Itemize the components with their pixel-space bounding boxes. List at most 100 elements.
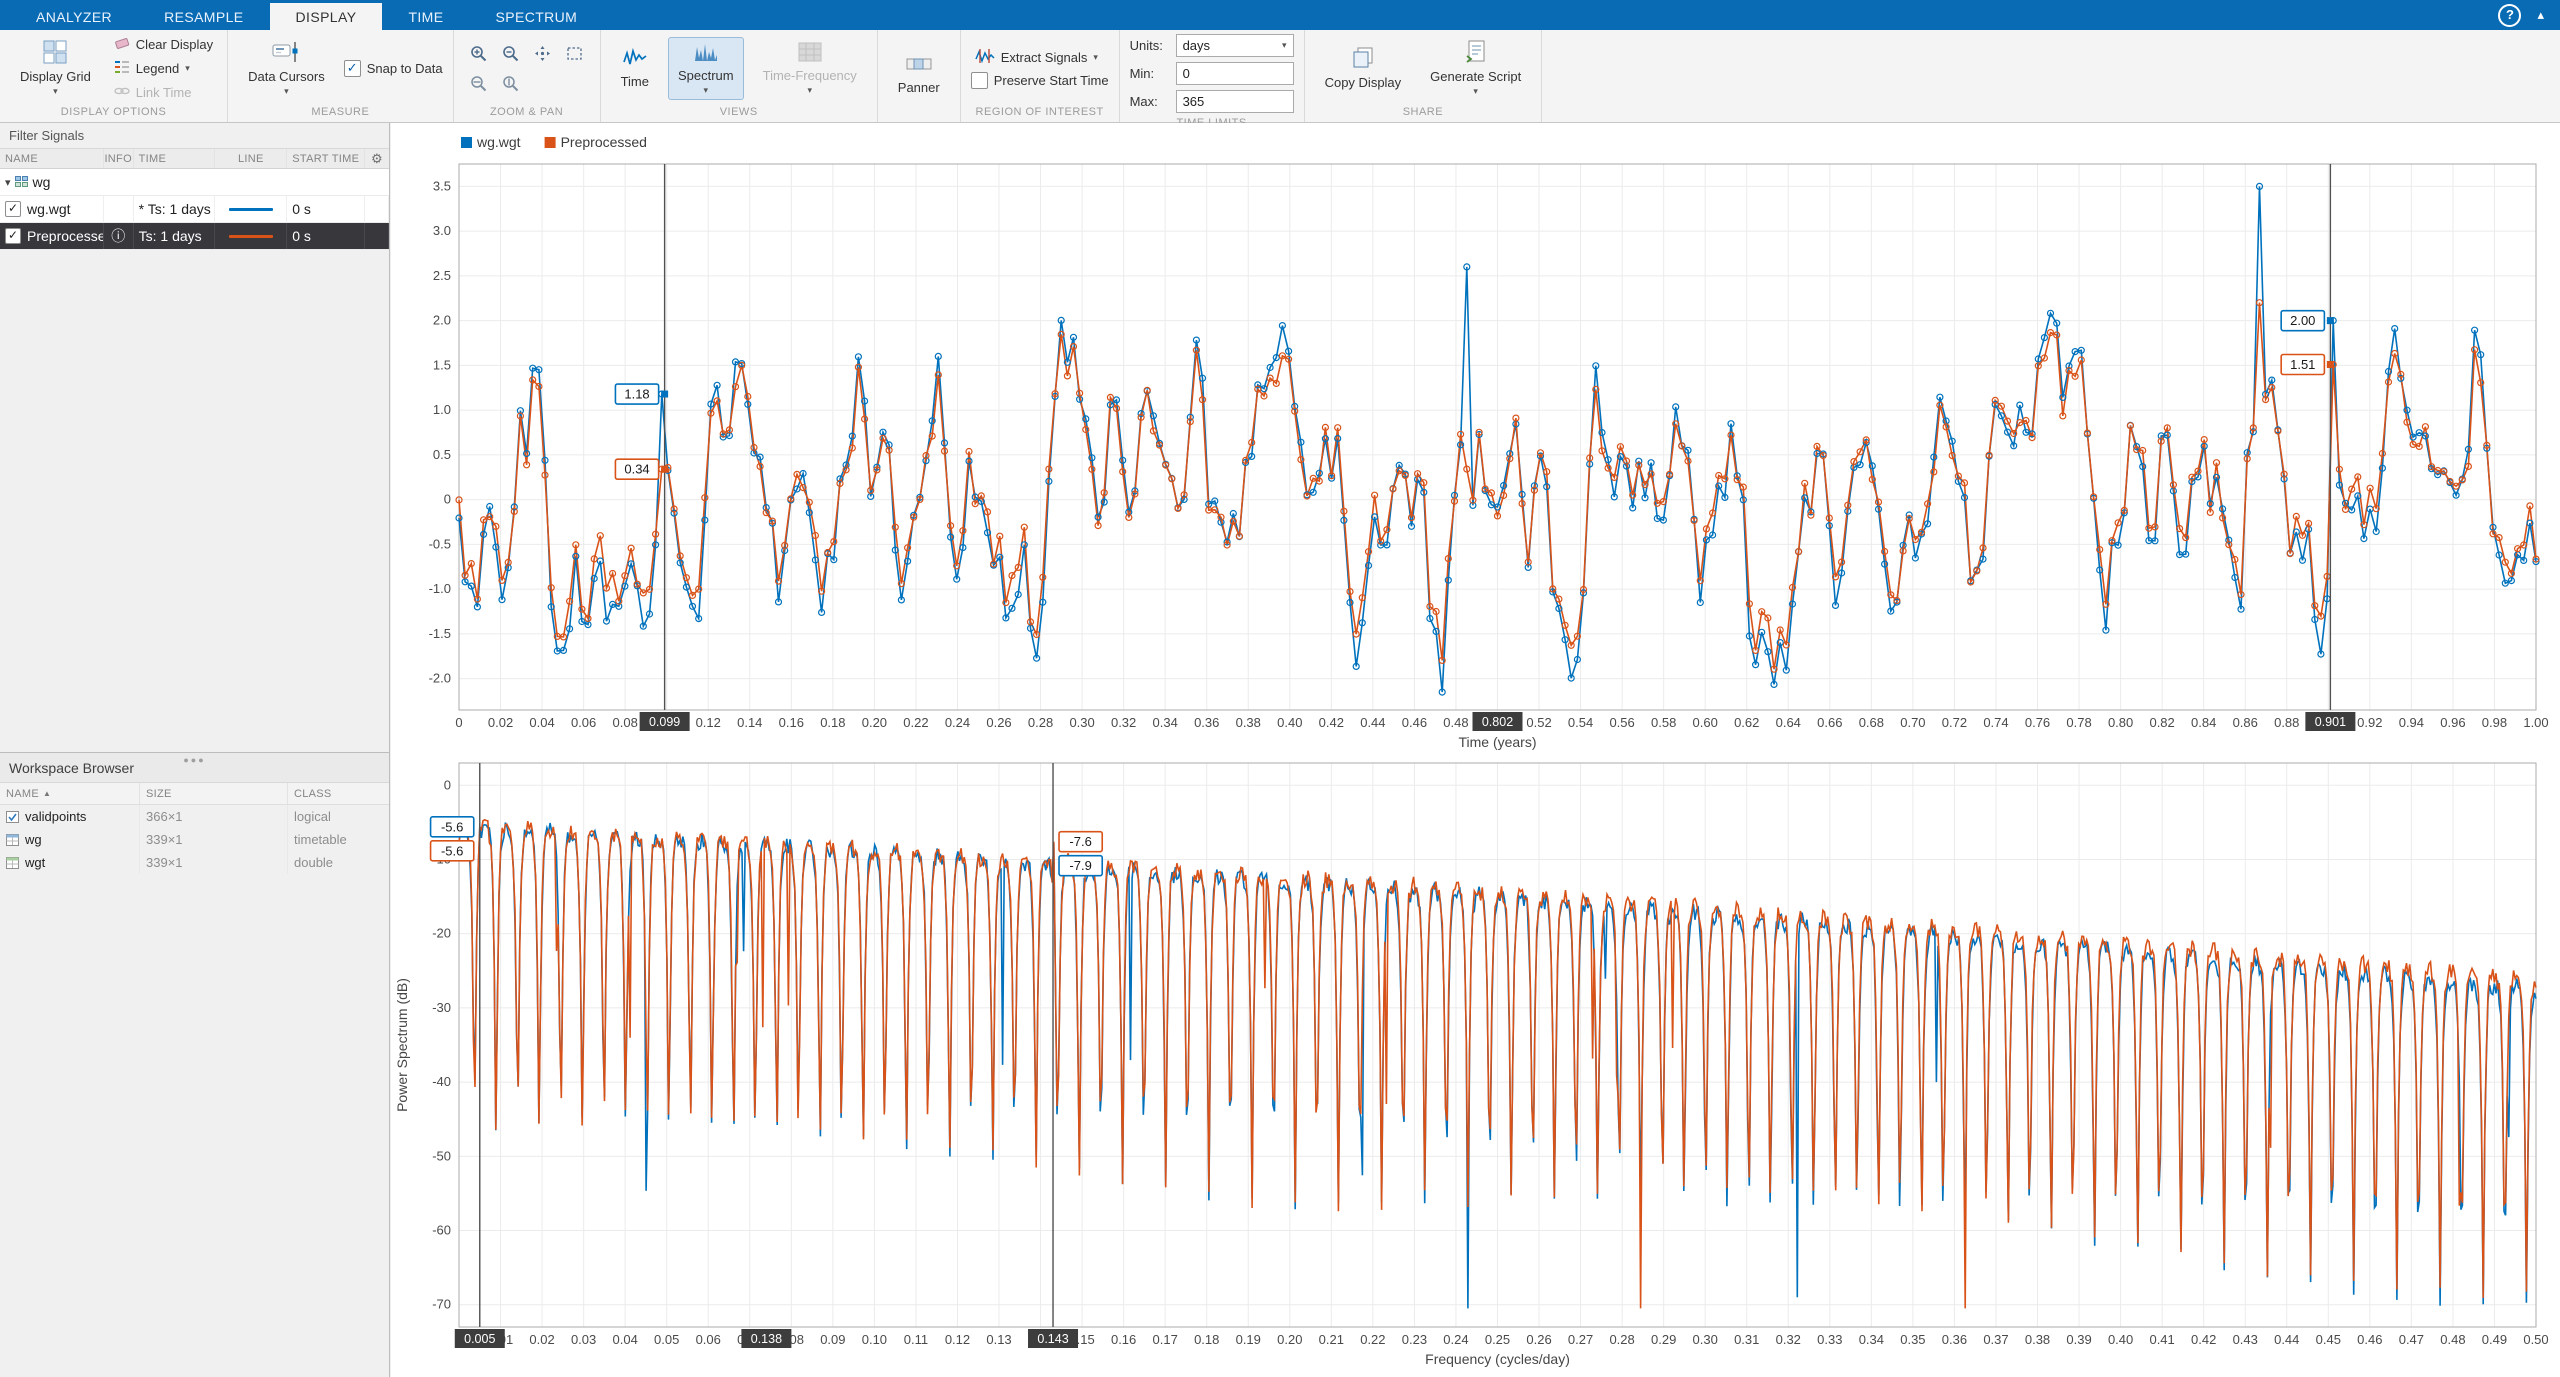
svg-text:0.96: 0.96 <box>2440 715 2465 730</box>
display-grid-button[interactable]: Display Grid ▾ <box>10 36 101 101</box>
svg-text:0.46: 0.46 <box>1402 715 1427 730</box>
time-frequency-view-button: Time-Frequency ▾ <box>753 37 867 100</box>
tab-display[interactable]: DISPLAY <box>270 3 383 30</box>
signal-group-row[interactable]: ▾ wg <box>0 169 389 196</box>
copy-display-icon <box>1351 46 1375 73</box>
legend-button[interactable]: Legend ▾ <box>110 58 194 78</box>
signal-group-icon <box>15 176 28 188</box>
workspace-row-validpoints[interactable]: validpoints 366×1 logical <box>0 805 389 828</box>
ribbon-group-zoom-pan: ZOOM & PAN <box>454 30 601 122</box>
tab-spectrum[interactable]: SPECTRUM <box>469 3 603 30</box>
svg-text:0.25: 0.25 <box>1485 1332 1510 1347</box>
time-plot[interactable]: 00.020.040.060.080.100.120.140.160.180.2… <box>391 123 2560 753</box>
ws-column-name[interactable]: NAME▲ <box>0 783 140 804</box>
max-input[interactable]: 365 <box>1176 90 1294 113</box>
panner-button[interactable]: Panner <box>888 49 950 99</box>
svg-text:0.84: 0.84 <box>2191 715 2216 730</box>
section-label-display-options: DISPLAY OPTIONS <box>0 106 227 122</box>
pan-button[interactable] <box>528 39 558 67</box>
spectrum-plot[interactable]: 00.010.020.030.040.050.060.070.080.090.1… <box>391 753 2560 1377</box>
zoom-out-button[interactable] <box>496 39 526 67</box>
svg-text:0: 0 <box>444 777 451 792</box>
svg-text:0.30: 0.30 <box>1069 715 1094 730</box>
svg-text:0.40: 0.40 <box>2108 1332 2133 1347</box>
units-select[interactable]: days ▾ <box>1176 34 1294 57</box>
workspace-browser-titlebar[interactable]: ●●● Workspace Browser <box>0 753 389 783</box>
chevron-down-icon: ▾ <box>1093 52 1098 63</box>
filter-signals-input[interactable]: Filter Signals <box>0 123 389 148</box>
data-cursors-button[interactable]: Data Cursors ▾ <box>238 36 335 101</box>
svg-text:0.19: 0.19 <box>1236 1332 1261 1347</box>
display-grid-label: Display Grid <box>20 69 91 84</box>
spectrum-view-label: Spectrum <box>678 68 734 83</box>
spectrum-view-button[interactable]: Spectrum ▾ <box>668 37 744 100</box>
column-header-time[interactable]: TIME <box>134 149 216 168</box>
column-header-info[interactable]: INFO <box>104 149 134 168</box>
variable-class: timetable <box>288 828 388 851</box>
svg-text:0.12: 0.12 <box>945 1332 970 1347</box>
signal-row-preprocessed[interactable]: Preprocessed ⓘ Ts: 1 days 0 s <box>0 223 389 250</box>
svg-text:0.76: 0.76 <box>2025 715 2050 730</box>
tree-expand-icon[interactable]: ▾ <box>5 176 11 189</box>
svg-text:-1.5: -1.5 <box>429 626 451 641</box>
svg-text:0.16: 0.16 <box>1111 1332 1136 1347</box>
preserve-start-time-checkbox[interactable]: Preserve Start Time <box>971 72 1109 89</box>
ribbon-group-views: Time Spectrum ▾ Time-Frequency ▾ VIEWS <box>601 30 878 122</box>
line-swatch <box>229 235 273 238</box>
collapse-ribbon-icon[interactable]: ▴ <box>2537 7 2544 23</box>
zoom-x-button[interactable] <box>464 69 494 97</box>
svg-text:0.48: 0.48 <box>2440 1332 2465 1347</box>
legend-label: Legend <box>136 61 179 76</box>
checkbox-icon <box>971 72 988 89</box>
svg-text:0.49: 0.49 <box>2482 1332 2507 1347</box>
workspace-row-wg[interactable]: wg 339×1 timetable <box>0 828 389 851</box>
signal-row-wgwgt[interactable]: wg.wgt * Ts: 1 days 0 s <box>0 196 389 223</box>
signal-checkbox[interactable] <box>5 201 21 217</box>
zoom-y-button[interactable] <box>496 69 526 97</box>
ws-column-size[interactable]: SIZE <box>140 783 288 804</box>
svg-text:-0.5: -0.5 <box>429 536 451 551</box>
variable-size: 339×1 <box>140 828 288 851</box>
svg-text:0.88: 0.88 <box>2274 715 2299 730</box>
zoom-in-button[interactable] <box>464 39 494 67</box>
gear-icon[interactable]: ⚙ <box>371 151 383 167</box>
svg-text:0: 0 <box>444 492 451 507</box>
clear-display-button[interactable]: Clear Display <box>110 34 217 54</box>
min-input[interactable]: 0 <box>1176 62 1294 85</box>
tab-time[interactable]: TIME <box>382 3 469 30</box>
ribbon-group-time-limits: Units: days ▾ Min: 0 Max: 365 <box>1120 30 1305 122</box>
column-header-name[interactable]: NAME <box>0 149 104 168</box>
help-icon[interactable]: ? <box>2498 4 2521 27</box>
fit-view-button[interactable] <box>560 39 590 67</box>
generate-script-button[interactable]: Generate Script ▾ <box>1420 36 1531 101</box>
time-view-button[interactable]: Time <box>611 43 659 93</box>
svg-text:0.5: 0.5 <box>433 447 451 462</box>
column-header-start-time[interactable]: START TIME <box>287 149 365 168</box>
workspace-row-wgt[interactable]: wgt 339×1 double <box>0 851 389 874</box>
section-label-measure: MEASURE <box>228 106 452 122</box>
chevron-down-icon: ▾ <box>704 85 709 96</box>
svg-text:0.44: 0.44 <box>2274 1332 2299 1347</box>
data-cursors-label: Data Cursors <box>248 69 325 84</box>
svg-text:0.62: 0.62 <box>1734 715 1759 730</box>
checkbox-icon <box>344 60 361 77</box>
tab-analyzer[interactable]: ANALYZER <box>10 3 138 30</box>
ribbon-group-display-options: Display Grid ▾ Clear Display Legend ▾ <box>0 30 228 122</box>
svg-text:Preprocessed: Preprocessed <box>561 134 647 150</box>
svg-text:0.27: 0.27 <box>1568 1332 1593 1347</box>
ws-column-class[interactable]: CLASS <box>288 783 388 804</box>
tab-resample[interactable]: RESAMPLE <box>138 3 269 30</box>
signal-checkbox[interactable] <box>5 228 21 244</box>
column-header-line[interactable]: LINE <box>215 149 287 168</box>
time-view-label: Time <box>621 74 649 89</box>
svg-text:-30: -30 <box>432 1000 451 1015</box>
svg-text:-40: -40 <box>432 1074 451 1089</box>
snap-to-data-checkbox[interactable]: Snap to Data <box>344 60 443 77</box>
svg-text:-70: -70 <box>432 1297 451 1312</box>
extract-signals-button[interactable]: Extract Signals ▾ <box>971 47 1102 68</box>
svg-text:0.22: 0.22 <box>1360 1332 1385 1347</box>
splitter-grip-icon[interactable]: ●●● <box>183 755 205 765</box>
copy-display-button[interactable]: Copy Display <box>1315 42 1412 94</box>
info-icon[interactable]: ⓘ <box>111 226 125 246</box>
time-view-icon <box>623 47 647 72</box>
